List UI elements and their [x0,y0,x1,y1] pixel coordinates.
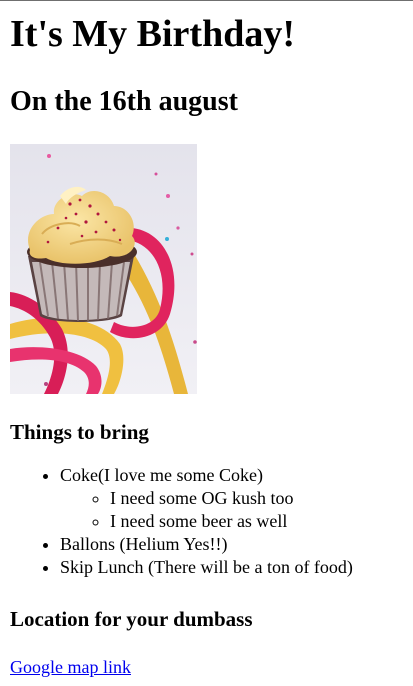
list-item: I need some OG kush too [110,487,353,510]
list-item: Ballons (Helium Yes!!) [60,533,353,556]
list-item-label: Coke(I love me some Coke) [60,465,263,485]
list-item-label: Ballons (Helium Yes!!) [60,534,228,554]
top-border [0,0,413,1]
list-item: Skip Lunch (There will be a ton of food) [60,556,353,579]
google-map-link[interactable]: Google map link [10,656,131,679]
list-item: Coke(I love me some Coke) I need some OG… [60,464,353,533]
things-heading: Things to bring [10,420,149,444]
list-item-label: Skip Lunch (There will be a ton of food) [60,557,353,577]
cupcake-image [10,144,197,394]
list-item-label: I need some beer as well [110,511,288,531]
page-subtitle: On the 16th august [10,86,238,117]
page-title: It's My Birthday! [10,13,295,55]
list-item: I need some beer as well [110,510,353,533]
list-item-label: I need some OG kush too [110,488,294,508]
location-heading: Location for your dumbass [10,607,253,631]
coke-sublist: I need some OG kush too I need some beer… [60,487,353,533]
things-list: Coke(I love me some Coke) I need some OG… [10,464,353,579]
